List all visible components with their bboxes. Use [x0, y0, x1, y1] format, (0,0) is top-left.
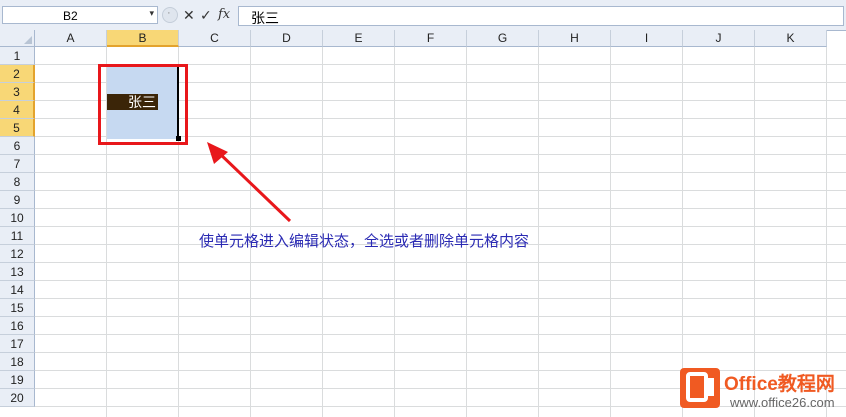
watermark-url: www.office26.com	[730, 395, 835, 410]
watermark: Office教程网 www.office26.com	[670, 365, 846, 417]
annotation-arrow	[207, 142, 292, 223]
watermark-brand: Office教程网	[724, 374, 835, 395]
office-logo-icon	[680, 368, 720, 408]
annotation-text: 使单元格进入编辑状态，全选或者删除单元格内容	[199, 233, 530, 250]
